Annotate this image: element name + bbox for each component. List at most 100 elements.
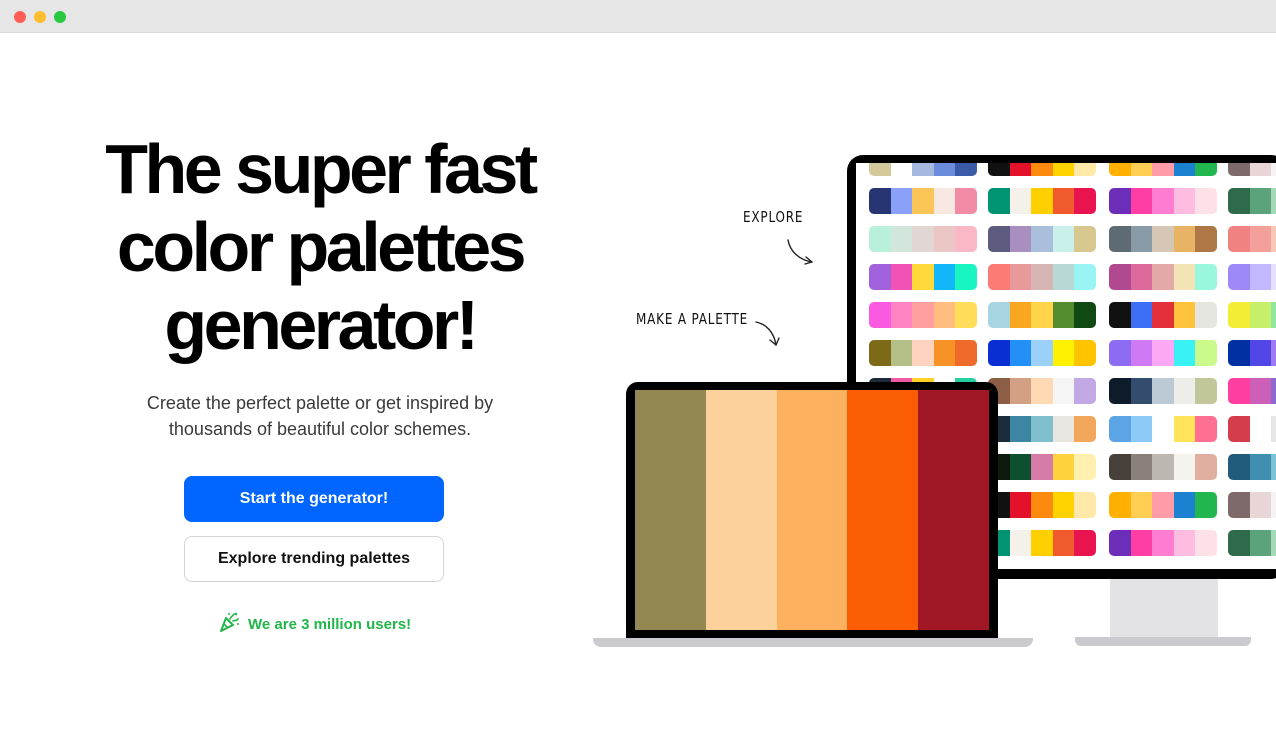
palette-swatch — [1031, 492, 1053, 518]
palette-swatch — [955, 226, 977, 252]
palette-swatch — [912, 163, 934, 176]
palette-swatch — [1173, 454, 1196, 480]
laptop-swatch-4 — [847, 390, 919, 630]
palette-swatch — [1031, 188, 1053, 214]
palette-swatch — [912, 226, 934, 252]
explore-trending-palettes-button[interactable]: Explore trending palettes — [184, 536, 444, 582]
palette-swatch — [1009, 163, 1032, 176]
palette-swatch — [1152, 264, 1174, 290]
palette-swatch — [1228, 492, 1250, 518]
palette-card — [1109, 188, 1217, 214]
palette-swatch — [1195, 378, 1217, 404]
palette-swatch — [1173, 492, 1196, 518]
palette-swatch — [1031, 302, 1053, 328]
hero-title-line-1: The super fast — [105, 130, 538, 208]
palette-swatch — [1173, 530, 1196, 556]
palette-swatch — [1074, 378, 1096, 404]
palette-swatch — [1109, 378, 1131, 404]
palette-swatch — [988, 163, 1010, 176]
palette-swatch — [1074, 340, 1096, 366]
palette-swatch — [1130, 264, 1153, 290]
palette-swatch — [1152, 530, 1174, 556]
laptop-swatch-2 — [705, 390, 777, 630]
palette-swatch — [1130, 378, 1153, 404]
palette-swatch — [1052, 226, 1075, 252]
palette-swatch — [1109, 302, 1131, 328]
palette-swatch — [1009, 226, 1032, 252]
palette-swatch — [955, 302, 977, 328]
hero-subtitle-line-2: thousands of beautiful color schemes. — [168, 419, 472, 439]
palette-swatch — [1109, 492, 1131, 518]
palette-card — [988, 264, 1096, 290]
palette-swatch — [1271, 163, 1276, 176]
palette-card — [1109, 454, 1217, 480]
palette-swatch — [1130, 454, 1153, 480]
palette-card — [869, 163, 977, 176]
palette-swatch — [1052, 492, 1075, 518]
palette-swatch — [1249, 492, 1272, 518]
palette-swatch — [1074, 530, 1096, 556]
palette-swatch — [1109, 264, 1131, 290]
palette-card — [1109, 302, 1217, 328]
palette-card — [1109, 530, 1217, 556]
laptop — [626, 382, 998, 638]
palette-swatch — [1152, 188, 1174, 214]
palette-swatch — [1130, 163, 1153, 176]
palette-swatch — [1109, 340, 1131, 366]
palette-swatch — [912, 340, 934, 366]
palette-swatch — [1271, 454, 1276, 480]
hero-title-line-2: color palettes — [116, 208, 527, 286]
palette-swatch — [1009, 378, 1032, 404]
palette-swatch — [890, 264, 913, 290]
palette-swatch — [1249, 454, 1272, 480]
monitor-base — [1075, 637, 1251, 646]
palette-swatch — [869, 340, 891, 366]
palette-card — [869, 264, 977, 290]
palette-swatch — [1228, 163, 1250, 176]
palette-swatch — [988, 264, 1010, 290]
palette-swatch — [988, 188, 1010, 214]
palette-swatch — [933, 340, 956, 366]
palette-swatch — [1009, 530, 1032, 556]
palette-card — [988, 226, 1096, 252]
window-titlebar — [0, 0, 1276, 33]
palette-swatch — [1109, 530, 1131, 556]
palette-swatch — [912, 302, 934, 328]
palette-swatch — [933, 264, 956, 290]
palette-swatch — [1152, 302, 1174, 328]
palette-card — [1228, 264, 1276, 290]
palette-swatch — [955, 188, 977, 214]
palette-swatch — [1195, 163, 1217, 176]
palette-card — [988, 163, 1096, 176]
palette-swatch — [1052, 188, 1075, 214]
palette-card — [869, 226, 977, 252]
palette-card — [988, 340, 1096, 366]
close-window-button[interactable] — [14, 11, 26, 23]
palette-swatch — [1152, 416, 1174, 442]
palette-swatch — [1195, 492, 1217, 518]
users-count-banner: We are 3 million users! — [218, 612, 411, 636]
palette-card — [1228, 340, 1276, 366]
palette-card — [988, 378, 1096, 404]
palette-swatch — [955, 340, 977, 366]
palette-swatch — [1130, 302, 1153, 328]
palette-swatch — [1109, 454, 1131, 480]
palette-card — [1228, 163, 1276, 176]
palette-swatch — [890, 340, 913, 366]
maximize-window-button[interactable] — [54, 11, 66, 23]
palette-swatch — [1031, 454, 1053, 480]
minimize-window-button[interactable] — [34, 11, 46, 23]
palette-swatch — [1271, 378, 1276, 404]
palette-swatch — [1052, 163, 1075, 176]
palette-swatch — [1271, 416, 1276, 442]
palette-swatch — [1271, 188, 1276, 214]
palette-swatch — [1152, 340, 1174, 366]
palette-swatch — [1031, 226, 1053, 252]
palette-swatch — [1173, 226, 1196, 252]
palette-card — [1228, 188, 1276, 214]
palette-swatch — [1052, 264, 1075, 290]
start-generator-button[interactable]: Start the generator! — [184, 476, 444, 522]
palette-swatch — [1228, 340, 1250, 366]
laptop-base — [593, 638, 1033, 647]
palette-swatch — [1249, 340, 1272, 366]
